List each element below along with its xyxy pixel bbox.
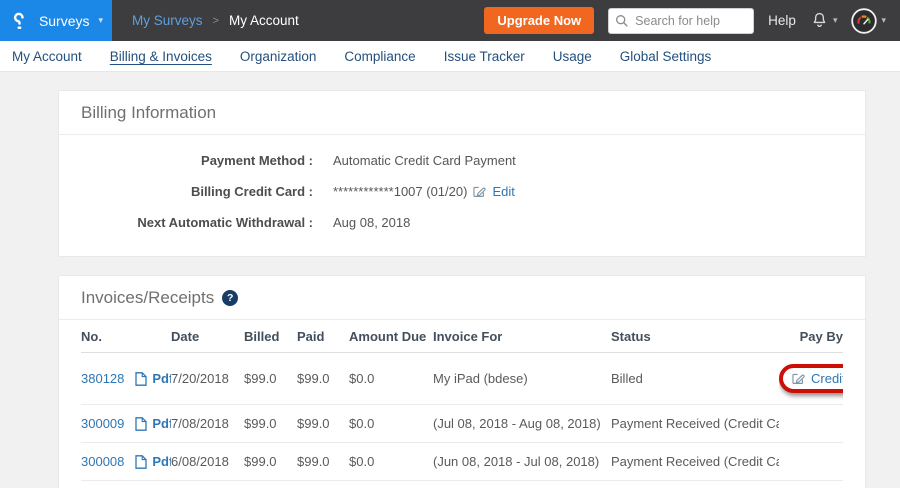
breadcrumb-parent[interactable]: My Surveys [132,13,203,28]
highlight-annotation: Credit Card [779,364,843,393]
app-menu[interactable]: Surveys ▾ [0,0,112,41]
pdf-link[interactable]: Pdf [152,454,171,469]
billing-information-header: Billing Information [59,91,865,135]
help-search [608,8,754,34]
chevron-down-icon: ▾ [881,16,886,25]
invoices-receipts-title: Invoices/Receipts [81,288,214,308]
search-input[interactable] [608,8,754,34]
bell-icon [810,11,829,30]
account-menu[interactable]: ▾ [851,8,886,34]
invoice-pay-by [779,405,843,443]
invoice-status: Payment Received (Credit Card) [611,443,779,481]
invoice-number-link[interactable]: 380128 [81,371,124,386]
invoice-billed: $99.0 [244,353,297,405]
breadcrumb: My Surveys > My Account [132,13,299,28]
billing-credit-card-label: Billing Credit Card : [81,184,313,199]
invoices-receipts-header: Invoices/Receipts ? [59,276,865,320]
table-row: 300008 Pdf 6/08/2018 $99.0 $99.0 $0.0 (J… [81,443,843,481]
page-content: Billing Information Payment Method : Aut… [0,72,900,488]
invoice-for: (Jul 08, 2018 - Aug 08, 2018) [433,405,611,443]
invoice-amount-due: $0.0 [349,443,433,481]
payment-method-value: Automatic Credit Card Payment [333,153,516,168]
payment-method-label: Payment Method : [81,153,313,168]
invoice-amount-due: $0.0 [349,405,433,443]
account-nav: My Account Billing & Invoices Organizati… [0,41,900,72]
billing-information-body: Payment Method : Automatic Credit Card P… [59,135,865,256]
tab-billing-invoices[interactable]: Billing & Invoices [110,49,212,64]
chevron-down-icon: ▾ [833,16,838,25]
invoice-status: Payment Received (Credit Card) [611,405,779,443]
billing-information-title: Billing Information [81,103,216,123]
invoice-number-link[interactable]: 300008 [81,454,124,469]
pay-by-credit-card-link[interactable]: Credit Card [811,371,843,386]
invoice-billed: $99.0 [244,443,297,481]
col-status: Status [611,320,779,353]
pdf-link[interactable]: Pdf [152,416,171,431]
tab-organization[interactable]: Organization [240,49,317,64]
topbar-actions: Upgrade Now Help ▾ ▾ [484,7,900,34]
table-row: 380128 Pdf 7/20/2018 $99.0 $99.0 $0.0 My… [81,353,843,405]
col-paid: Paid [297,320,349,353]
billing-credit-card-value: ************1007 (01/20) [333,184,467,199]
tab-usage[interactable]: Usage [553,49,592,64]
col-no: No. [81,320,171,353]
search-icon [615,14,629,28]
top-bar: Surveys ▾ My Surveys > My Account Upgrad… [0,0,900,41]
tab-global-settings[interactable]: Global Settings [620,49,712,64]
billing-credit-card-row: Billing Credit Card : ************1007 (… [81,184,843,199]
invoice-date: 6/08/2018 [171,443,244,481]
invoice-date: 7/08/2018 [171,405,244,443]
invoice-paid: $99.0 [297,443,349,481]
invoices-table-wrap: No. Date Billed Paid Amount Due Invoice … [59,320,865,488]
upgrade-now-button[interactable]: Upgrade Now [484,7,594,34]
invoice-date: 7/20/2018 [171,353,244,405]
app-menu-label: Surveys [39,13,90,29]
notifications-menu[interactable]: ▾ [810,11,838,30]
col-billed: Billed [244,320,297,353]
breadcrumb-separator: > [213,15,219,27]
edit-pencil-icon[interactable] [473,185,486,198]
next-withdrawal-row: Next Automatic Withdrawal : Aug 08, 2018 [81,215,843,230]
invoice-for: My iPad (bdese) [433,353,611,405]
avatar [851,8,877,34]
invoices-table: No. Date Billed Paid Amount Due Invoice … [81,320,843,481]
edit-credit-card-link[interactable]: Edit [492,184,514,199]
invoice-paid: $99.0 [297,405,349,443]
tab-my-account[interactable]: My Account [12,49,82,64]
col-amount-due: Amount Due [349,320,433,353]
invoice-status: Billed [611,353,779,405]
help-link[interactable]: Help [768,13,796,28]
col-pay-by: Pay By [779,320,843,353]
invoice-number-link[interactable]: 300009 [81,416,124,431]
invoices-receipts-card: Invoices/Receipts ? No. Date Billed Paid… [58,275,866,488]
edit-pencil-icon [792,372,805,385]
help-icon[interactable]: ? [222,290,238,306]
table-header-row: No. Date Billed Paid Amount Due Invoice … [81,320,843,353]
chevron-down-icon: ▾ [99,16,104,25]
next-withdrawal-value: Aug 08, 2018 [333,215,410,230]
pdf-file-icon[interactable] [135,417,147,431]
tab-issue-tracker[interactable]: Issue Tracker [444,49,525,64]
invoice-billed: $99.0 [244,405,297,443]
table-row: 300009 Pdf 7/08/2018 $99.0 $99.0 $0.0 (J… [81,405,843,443]
col-date: Date [171,320,244,353]
pdf-link[interactable]: Pdf [152,371,171,386]
invoice-pay-by [779,443,843,481]
next-withdrawal-label: Next Automatic Withdrawal : [81,215,313,230]
pdf-file-icon[interactable] [135,372,147,386]
pdf-file-icon[interactable] [135,455,147,469]
questionpro-logo-icon [9,10,30,31]
col-invoice-for: Invoice For [433,320,611,353]
tab-compliance[interactable]: Compliance [344,49,415,64]
breadcrumb-current: My Account [229,13,299,28]
payment-method-row: Payment Method : Automatic Credit Card P… [81,153,843,168]
invoice-amount-due: $0.0 [349,353,433,405]
invoice-for: (Jun 08, 2018 - Jul 08, 2018) [433,443,611,481]
billing-information-card: Billing Information Payment Method : Aut… [58,90,866,257]
invoice-paid: $99.0 [297,353,349,405]
